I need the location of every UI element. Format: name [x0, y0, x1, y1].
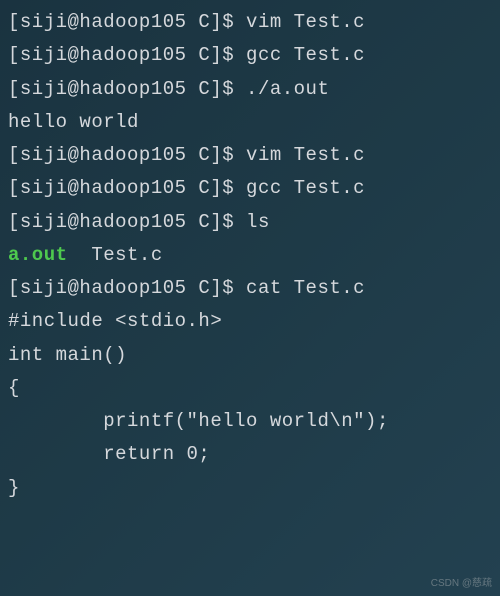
shell-prompt: [siji@hadoop105 C]$ — [8, 144, 246, 166]
ls-executable: a.out — [8, 244, 68, 266]
output-text: return 0; — [8, 443, 210, 465]
terminal-line: [siji@hadoop105 C]$ ls — [8, 206, 492, 239]
shell-prompt: [siji@hadoop105 C]$ — [8, 44, 246, 66]
shell-prompt: [siji@hadoop105 C]$ — [8, 11, 246, 33]
output-text: } — [8, 477, 20, 499]
output-text: int main() — [8, 344, 127, 366]
shell-command: gcc Test.c — [246, 44, 365, 66]
output-text: hello world — [8, 111, 139, 133]
shell-command: vim Test.c — [246, 11, 365, 33]
ls-file: Test.c — [68, 244, 163, 266]
shell-prompt: [siji@hadoop105 C]$ — [8, 177, 246, 199]
terminal-line: hello world — [8, 106, 492, 139]
terminal-line: { — [8, 372, 492, 405]
shell-command: cat Test.c — [246, 277, 365, 299]
terminal-line: return 0; — [8, 438, 492, 471]
terminal-line: #include <stdio.h> — [8, 305, 492, 338]
output-text: printf("hello world\n"); — [8, 410, 389, 432]
terminal-line: [siji@hadoop105 C]$ gcc Test.c — [8, 172, 492, 205]
terminal-line: int main() — [8, 339, 492, 372]
terminal-line: [siji@hadoop105 C]$ cat Test.c — [8, 272, 492, 305]
terminal-line: [siji@hadoop105 C]$ vim Test.c — [8, 139, 492, 172]
shell-command: ./a.out — [246, 78, 329, 100]
shell-prompt: [siji@hadoop105 C]$ — [8, 78, 246, 100]
terminal-line: a.out Test.c — [8, 239, 492, 272]
terminal-line: [siji@hadoop105 C]$ vim Test.c — [8, 6, 492, 39]
output-text: #include <stdio.h> — [8, 310, 222, 332]
terminal-line: printf("hello world\n"); — [8, 405, 492, 438]
shell-prompt: [siji@hadoop105 C]$ — [8, 211, 246, 233]
shell-command: vim Test.c — [246, 144, 365, 166]
shell-command: ls — [246, 211, 270, 233]
watermark: CSDN @慈疏 — [431, 575, 492, 593]
output-text: { — [8, 377, 20, 399]
shell-command: gcc Test.c — [246, 177, 365, 199]
terminal-line: [siji@hadoop105 C]$ gcc Test.c — [8, 39, 492, 72]
shell-prompt: [siji@hadoop105 C]$ — [8, 277, 246, 299]
terminal-line: [siji@hadoop105 C]$ ./a.out — [8, 73, 492, 106]
terminal-line: } — [8, 472, 492, 505]
terminal-output: [siji@hadoop105 C]$ vim Test.c[siji@hado… — [8, 6, 492, 505]
